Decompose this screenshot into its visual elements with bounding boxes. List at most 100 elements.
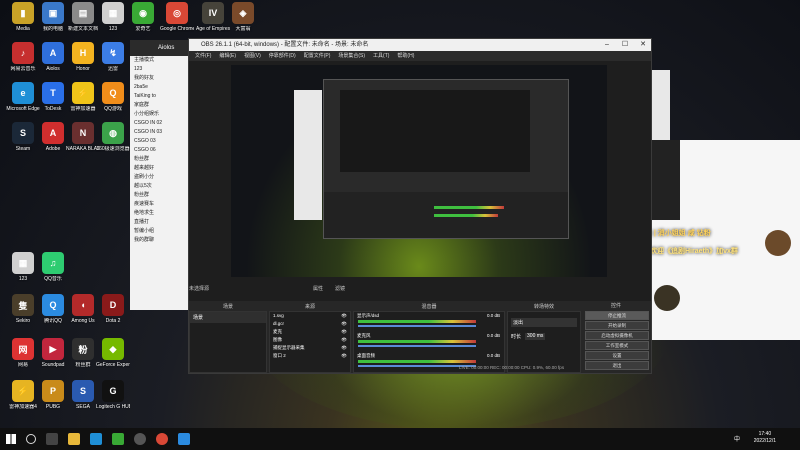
obs-menu-item[interactable]: 工具(T): [373, 51, 389, 61]
chat-list-item[interactable]: 主播模式: [130, 56, 190, 65]
chat-list-item[interactable]: 我的好友: [130, 74, 190, 83]
desktop-icon[interactable]: ▶ Soundpad: [36, 338, 70, 368]
scene-item[interactable]: 场景: [190, 312, 266, 323]
sources-dock[interactable]: 来源 1.svg 👁 dl.gcr 👁 麦克 👁 图像 👁 捕捉显示器采集 👁 窗口 2 👁: [269, 304, 351, 373]
desktop-icon[interactable]: ▮ Media: [6, 2, 40, 32]
chat-list-item[interactable]: 小分组娱乐: [130, 110, 190, 119]
control-button[interactable]: 启动虚拟摄像机: [585, 331, 649, 340]
chat-list-item[interactable]: 粉丝群: [130, 191, 190, 200]
desktop-icon[interactable]: ◎ Google Chrome: [160, 2, 194, 32]
obs-menu-item[interactable]: 帮助(H): [397, 51, 414, 61]
obs-menu-item[interactable]: 配置文件(P): [304, 51, 331, 61]
background-window-1[interactable]: [650, 70, 670, 150]
chat-list-item[interactable]: CSGO IN 02: [130, 119, 190, 128]
desktop-icon[interactable]: ◍ 360极速浏览器: [96, 122, 130, 152]
desktop-icon[interactable]: ↯ 迅雷: [96, 42, 130, 72]
desktop-icon[interactable]: A Aiolos: [36, 42, 70, 72]
desktop-icon[interactable]: ◉ 爱奇艺: [126, 2, 160, 32]
obs-window[interactable]: OBS 26.1.1 (64-bit, windows) - 配置文件: 未命名…: [188, 38, 652, 374]
control-button[interactable]: 工作室模式: [585, 341, 649, 350]
volume-slider[interactable]: [358, 325, 476, 327]
desktop-icon[interactable]: 网网易: [6, 338, 40, 368]
chat-list-item[interactable]: TaiKing to: [130, 92, 190, 101]
chat-list-item[interactable]: 123: [130, 65, 190, 74]
search-icon[interactable]: [26, 434, 36, 444]
eye-icon[interactable]: 👁: [341, 337, 347, 343]
chrome-icon[interactable]: [156, 433, 168, 445]
explorer-icon[interactable]: [68, 433, 80, 445]
chat-list-item[interactable]: CSGO 03: [130, 137, 190, 146]
obs-taskbar-icon[interactable]: [134, 433, 146, 445]
source-item[interactable]: 麦克 👁: [270, 328, 350, 336]
obs-menu-item[interactable]: 编辑(E): [219, 51, 236, 61]
desktop-icon[interactable]: ▤ 新建文本文档: [66, 2, 100, 32]
start-button[interactable]: [6, 434, 16, 444]
desktop-icon[interactable]: ♪ 网易云音乐: [6, 42, 40, 72]
volume-slider[interactable]: [358, 345, 476, 347]
desktop-icon[interactable]: ▣ 我的电脑: [36, 2, 70, 32]
source-item[interactable]: 窗口 2 👁: [270, 352, 350, 360]
chat-list-item[interactable]: 我的群聊: [130, 236, 190, 245]
scenes-dock[interactable]: 场景 场景: [189, 304, 267, 373]
transition-select[interactable]: 淡出: [511, 318, 577, 327]
source-item[interactable]: 1.svg 👁: [270, 312, 350, 320]
desktop-icon[interactable]: IV Age of Empires IV: [196, 2, 230, 32]
source-item[interactable]: dl.gcr 👁: [270, 320, 350, 328]
desktop-icon[interactable]: ⚡ 雷神加速器: [66, 82, 100, 112]
obs-menu-item[interactable]: 文件(F): [195, 51, 211, 61]
mixer-dock[interactable]: 混音器 显示声/dsd 0.0 dB 麦克风 0.0 dB 桌面音频 0.0 dB: [353, 304, 505, 373]
eye-icon[interactable]: 👁: [341, 313, 347, 319]
desktop-icon[interactable]: ◈ 大富翁: [226, 2, 260, 32]
desktop-icon[interactable]: A Adobe: [36, 122, 70, 152]
desktop-icon[interactable]: 粉粉丝群: [66, 338, 100, 368]
obs-title-bar[interactable]: OBS 26.1.1 (64-bit, windows) - 配置文件: 未命名…: [189, 39, 651, 51]
task-view-icon[interactable]: [46, 433, 58, 445]
chat-list-item[interactable]: 粉丝群: [130, 155, 190, 164]
chat-list-item[interactable]: 越来越好: [130, 164, 190, 173]
desktop-icon[interactable]: 隻 Sekiro: [6, 294, 40, 324]
obs-menu-item[interactable]: 场景集合(S): [338, 51, 365, 61]
eye-icon[interactable]: 👁: [341, 353, 347, 359]
desktop-icon[interactable]: Q QQ游戏: [96, 82, 130, 112]
eye-icon[interactable]: 👁: [341, 329, 347, 335]
duration-input[interactable]: 300 ms: [525, 333, 546, 340]
desktop-icon[interactable]: ⚡ 雷神加速器4: [6, 380, 40, 410]
chat-list-item[interactable]: 越以5次: [130, 182, 190, 191]
transitions-dock[interactable]: 转场特效 淡出 时长 300 ms: [507, 304, 581, 373]
qq-chat-window[interactable]: Aiolos 主播模式 123 我的好友 2ba5e TaiKing to 家庭群 小分组娱…: [130, 40, 190, 310]
edge-icon[interactable]: [90, 433, 102, 445]
control-button[interactable]: 设置: [585, 351, 649, 360]
desktop-icon[interactable]: G Logitech G HUB: [96, 380, 130, 410]
obs-preview[interactable]: [231, 65, 607, 277]
desktop-icon[interactable]: N NARAKA BLADEPOINT: [66, 122, 100, 152]
desktop-icon[interactable]: T ToDesk: [36, 82, 70, 112]
control-button[interactable]: 停止推流: [585, 311, 649, 320]
source-item[interactable]: 捕捉显示器采集 👁: [270, 344, 350, 352]
tray-language[interactable]: 中: [734, 434, 740, 443]
desktop-icon[interactable]: ♫ QQ音乐: [36, 252, 70, 282]
desktop-icon[interactable]: S Steam: [6, 122, 40, 152]
obs-menu-item[interactable]: 停靠部件(D): [269, 51, 296, 61]
chat-list-item[interactable]: 绝地求生: [130, 209, 190, 218]
desktop-icon[interactable]: ◖ Among Us: [66, 294, 100, 324]
minimize-icon[interactable]: –: [599, 39, 615, 51]
obs-filters-button[interactable]: 滤镜: [335, 285, 345, 292]
eye-icon[interactable]: 👁: [341, 345, 347, 351]
maximize-icon[interactable]: ☐: [617, 39, 633, 51]
chat-list-item[interactable]: 家庭群: [130, 101, 190, 110]
iqiyi-icon[interactable]: [112, 433, 124, 445]
desktop-icon[interactable]: ▦ 123: [96, 2, 130, 32]
chat-list-item[interactable]: 盗刷小分: [130, 173, 190, 182]
desktop-icon[interactable]: S SEGA: [66, 380, 100, 410]
chat-list-item[interactable]: CSGO 06: [130, 146, 190, 155]
desktop-icon[interactable]: ▦ 123: [6, 252, 40, 282]
desktop-icon[interactable]: H Honor: [66, 42, 100, 72]
desktop-icon[interactable]: ◆ GeForce Experience: [96, 338, 130, 368]
source-item[interactable]: 图像 👁: [270, 336, 350, 344]
close-icon[interactable]: ✕: [635, 39, 651, 51]
chat-list-item[interactable]: 暂编小组: [130, 227, 190, 236]
chat-list-item[interactable]: CSGO IN 03: [130, 128, 190, 137]
chat-list-item[interactable]: 疾速赛车: [130, 200, 190, 209]
obs-menu-item[interactable]: 视图(V): [244, 51, 261, 61]
chat-list-item[interactable]: 直播打: [130, 218, 190, 227]
